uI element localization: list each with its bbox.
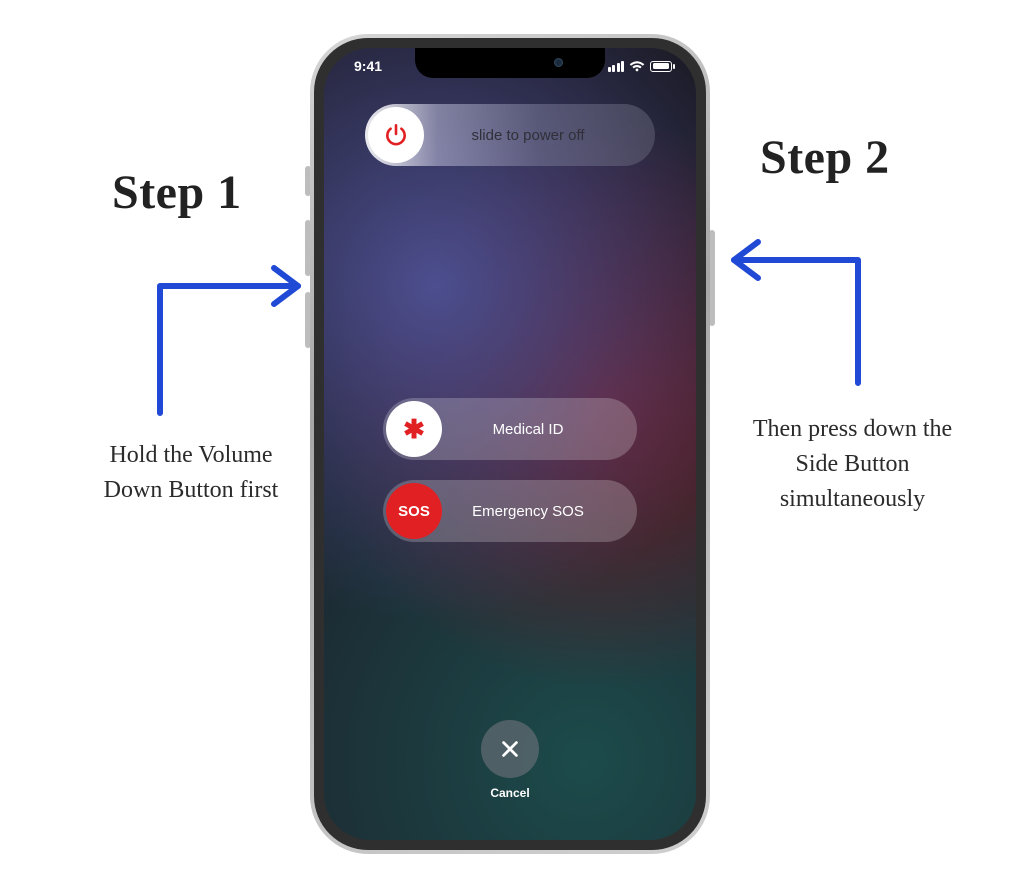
cancel-label: Cancel (481, 786, 539, 800)
step1-title: Step 1 (112, 165, 242, 220)
emergency-sos-slider[interactable]: SOS Emergency SOS (383, 480, 637, 542)
wifi-icon (629, 60, 645, 72)
step2-arrow (720, 205, 890, 395)
power-off-slider[interactable]: slide to power off (365, 104, 655, 166)
power-off-label: slide to power off (427, 127, 655, 144)
medical-id-slider[interactable]: ✱ Medical ID (383, 398, 637, 460)
cancel-button[interactable]: Cancel (481, 720, 539, 800)
sos-icon: SOS (386, 483, 442, 539)
phone-frame: 9:41 slide to power off ✱ (310, 34, 710, 854)
medical-icon: ✱ (386, 401, 442, 457)
emergency-sos-label: Emergency SOS (445, 503, 637, 520)
step1-body: Hold the Volume Down Button first (96, 438, 286, 508)
cellular-icon (608, 61, 625, 72)
step2-body: Then press down the Side Button simultan… (740, 412, 965, 516)
battery-icon (650, 61, 672, 72)
phone-mockup: 9:41 slide to power off ✱ (310, 34, 710, 854)
status-bar: 9:41 (324, 56, 696, 78)
close-icon (481, 720, 539, 778)
medical-id-label: Medical ID (445, 421, 637, 438)
step2-title: Step 2 (760, 130, 890, 185)
status-time: 9:41 (354, 58, 382, 74)
step1-arrow (140, 238, 330, 418)
phone-screen: 9:41 slide to power off ✱ (324, 48, 696, 840)
power-icon (368, 107, 424, 163)
